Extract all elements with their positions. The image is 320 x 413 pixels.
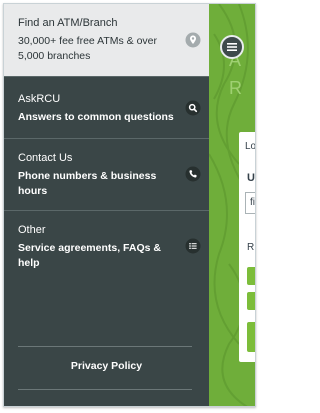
menu-item-title: Other [18, 224, 46, 236]
app-frame: A R Lo U fi R Find an ATM/Branch 30,000+… [3, 3, 256, 407]
menu-item-contact-us[interactable]: Contact Us Phone numbers & business hour… [4, 138, 209, 210]
footer-divider-top [18, 346, 192, 347]
menu-item-description: Service agreements, FAQs & help [18, 242, 161, 269]
background-button-1[interactable] [247, 267, 255, 285]
background-page: A R Lo U fi R [209, 4, 256, 406]
menu-item-askrcu[interactable]: AskRCU Answers to common questions [4, 76, 209, 138]
list-icon [184, 237, 202, 255]
menu-item-other[interactable]: Other Service agreements, FAQs & help [4, 210, 209, 282]
menu-item-find-atm-branch[interactable]: Find an ATM/Branch 30,000+ fee free ATMs… [4, 4, 209, 76]
phone-icon [184, 165, 202, 183]
location-pin-icon [184, 31, 202, 49]
navigation-drawer: Find an ATM/Branch 30,000+ fee free ATMs… [4, 4, 209, 406]
privacy-policy-link[interactable]: Privacy Policy [4, 360, 209, 372]
menu-item-description: Phone numbers & business hours [18, 170, 157, 197]
background-label-lo: Lo [245, 141, 256, 152]
menu-item-title: AskRCU [18, 93, 61, 105]
menu-item-title: Contact Us [18, 152, 73, 164]
hamburger-icon [227, 43, 237, 51]
background-input-value: fi [250, 197, 255, 208]
footer-divider-bottom [18, 389, 192, 390]
background-button-2[interactable] [247, 292, 255, 310]
menu-toggle-button[interactable] [220, 35, 244, 59]
search-icon [184, 99, 202, 117]
menu-item-description: Answers to common questions [18, 111, 174, 123]
background-login-card: Lo U fi R [239, 132, 256, 362]
background-heading-r: R [229, 78, 242, 98]
background-label-r: R [247, 242, 255, 253]
menu-item-title: Find an ATM/Branch [18, 17, 118, 29]
background-button-3[interactable] [247, 322, 255, 352]
background-label-u: U [247, 172, 255, 184]
menu-item-description: 30,000+ fee free ATMs & over 5,000 branc… [18, 35, 158, 62]
background-input[interactable]: fi [245, 192, 255, 214]
